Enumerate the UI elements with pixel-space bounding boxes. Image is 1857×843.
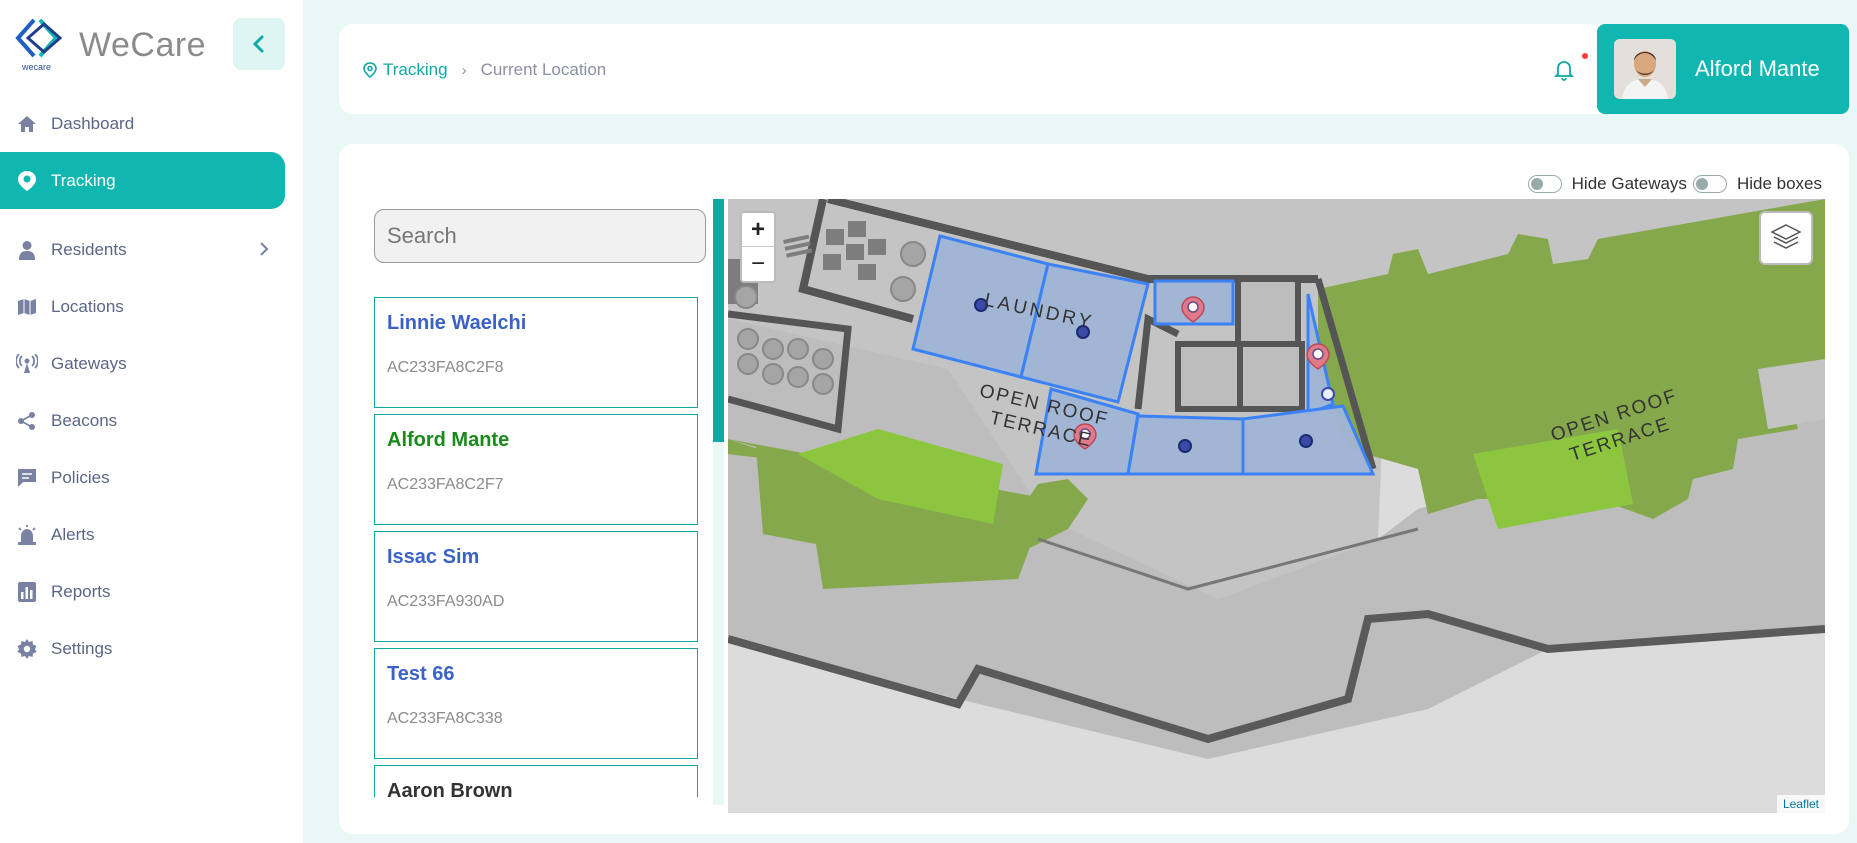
resident-card[interactable]: Alford Mante AC233FA8C2F7: [374, 414, 698, 525]
home-icon: [16, 113, 38, 135]
layers-icon: [1770, 224, 1802, 249]
resident-device-id: AC233FA930AD: [387, 593, 505, 610]
alarm-icon: [16, 524, 38, 546]
collapse-sidebar-button[interactable]: [233, 18, 285, 70]
sidebar-item-label: Beacons: [51, 410, 118, 430]
sidebar-item-label: Gateways: [51, 353, 127, 373]
breadcrumb-tracking-link[interactable]: Tracking: [363, 60, 448, 80]
broadcast-icon: [16, 353, 38, 375]
zoom-out-button[interactable]: −: [742, 247, 774, 281]
sidebar-item-dashboard[interactable]: Dashboard: [0, 95, 303, 152]
breadcrumb-current: Current Location: [480, 60, 607, 79]
sidebar-item-policies[interactable]: Policies: [0, 449, 303, 506]
resident-name: Alford Mante: [387, 429, 510, 451]
sidebar-nav: Dashboard Tracking Residents Locations G…: [0, 95, 303, 677]
avatar: [1614, 39, 1676, 99]
notification-dot: [1582, 53, 1588, 59]
map-toggles: Hide Gateways Hide boxes: [1524, 174, 1822, 194]
sidebar-item-label: Dashboard: [51, 113, 135, 133]
sidebar-item-alerts[interactable]: Alerts: [0, 506, 303, 563]
resident-list-panel: Linnie Waelchi AC233FA8C2F8 Alford Mante AC…: [374, 199, 724, 805]
map-zoom-control: + −: [740, 211, 776, 283]
sidebar-item-residents[interactable]: Residents: [0, 221, 303, 278]
hide-gateways-switch[interactable]: [1527, 175, 1562, 193]
sidebar: WeCare wecare Dashboard Tracking Residen…: [0, 0, 303, 843]
resident-card[interactable]: Issac Sim AC233FA930AD: [374, 531, 698, 642]
app-subname: wecare: [22, 62, 52, 72]
floor-map[interactable]: LAUNDRY OPEN ROOF TERRACE OPEN ROOF TERR…: [728, 199, 1825, 813]
app-name: WeCare: [79, 26, 207, 64]
resident-card[interactable]: Test 66 AC233FA8C338: [374, 648, 698, 759]
sidebar-item-locations[interactable]: Locations: [0, 278, 303, 335]
sidebar-item-label: Tracking: [51, 170, 116, 190]
bar-chart-icon: [16, 581, 38, 603]
resident-name: Test 66: [387, 663, 455, 685]
resident-card[interactable]: Linnie Waelchi AC233FA8C2F8: [374, 297, 698, 408]
sidebar-item-label: Locations: [51, 296, 124, 316]
resident-device-id: AC233FA8C2F7: [387, 476, 504, 493]
gear-icon: [16, 638, 38, 660]
list-scrollbar-thumb[interactable]: [713, 199, 724, 442]
resident-name: Aaron Brown: [387, 780, 513, 797]
resident-list: Linnie Waelchi AC233FA8C2F8 Alford Mante AC…: [374, 297, 724, 797]
breadcrumb-root-label: Tracking: [383, 60, 448, 79]
sidebar-item-reports[interactable]: Reports: [0, 563, 303, 620]
resident-card[interactable]: Aaron Brown: [374, 765, 698, 797]
resident-name: Issac Sim: [387, 546, 480, 568]
sidebar-item-label: Residents: [51, 239, 127, 259]
sidebar-item-label: Alerts: [51, 524, 95, 544]
hide-boxes-toggle[interactable]: Hide boxes: [1692, 174, 1822, 194]
share-icon: [16, 410, 38, 432]
floor-plan-svg: LAUNDRY OPEN ROOF TERRACE OPEN ROOF TERR…: [728, 199, 1825, 813]
tracking-panel: Hide Gateways Hide boxes Linnie Waelchi A…: [339, 144, 1849, 834]
hide-boxes-label: Hide boxes: [1736, 174, 1822, 193]
top-header: Tracking › Current Location Alford Mante: [339, 24, 1849, 114]
location-pin-icon: [16, 170, 38, 192]
sidebar-item-label: Settings: [51, 638, 113, 658]
user-menu[interactable]: Alford Mante: [1597, 24, 1849, 114]
list-scrollbar[interactable]: [713, 199, 724, 805]
sidebar-item-gateways[interactable]: Gateways: [0, 335, 303, 392]
zoom-in-button[interactable]: +: [742, 213, 774, 247]
map-icon: [16, 296, 38, 318]
app-logo[interactable]: WeCare wecare: [14, 16, 214, 76]
breadcrumb-separator-icon: ›: [461, 61, 467, 79]
location-pin-icon: [363, 62, 377, 78]
hide-gateways-toggle[interactable]: Hide Gateways: [1527, 174, 1687, 194]
chevron-left-icon: [252, 35, 264, 53]
sidebar-item-label: Policies: [51, 467, 110, 487]
search-input[interactable]: [374, 209, 706, 263]
map-attribution-link[interactable]: Leaflet: [1776, 795, 1825, 813]
user-name: Alford Mante: [1695, 56, 1820, 81]
resident-device-id: AC233FA8C338: [387, 710, 503, 727]
sidebar-item-tracking[interactable]: Tracking: [0, 152, 285, 209]
notifications-bell-icon[interactable]: [1553, 59, 1576, 81]
map-layers-button[interactable]: [1759, 211, 1813, 265]
resident-device-id: AC233FA8C2F8: [387, 359, 504, 376]
hide-gateways-label: Hide Gateways: [1571, 174, 1687, 193]
resident-name: Linnie Waelchi: [387, 312, 527, 334]
person-icon: [16, 239, 38, 261]
sidebar-item-label: Reports: [51, 581, 111, 601]
hide-boxes-switch[interactable]: [1692, 175, 1727, 193]
sidebar-item-settings[interactable]: Settings: [0, 620, 303, 677]
comment-icon: [16, 467, 38, 489]
chevron-right-icon: [259, 241, 269, 262]
breadcrumb: Tracking › Current Location: [363, 60, 606, 80]
sidebar-item-beacons[interactable]: Beacons: [0, 392, 303, 449]
